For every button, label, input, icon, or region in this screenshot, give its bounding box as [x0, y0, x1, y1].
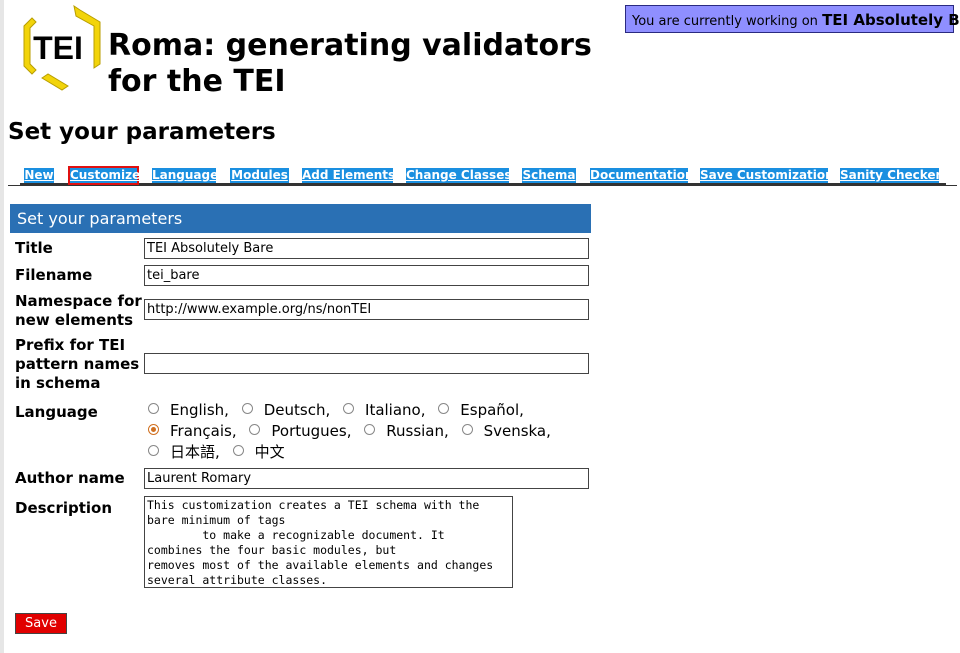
tei-logo: TEI: [23, 4, 101, 91]
language-option-portugues[interactable]: Portugues,: [245, 422, 351, 440]
language-option-japanese[interactable]: 日本語,: [144, 443, 220, 461]
prefix-label-line-2: pattern names: [15, 355, 140, 373]
current-project-banner: You are currently working on TEI Absolut…: [625, 5, 960, 33]
language-option-espanol[interactable]: Español,: [434, 401, 524, 419]
tab-sanity-checker[interactable]: Sanity Checker: [840, 168, 941, 183]
title-input[interactable]: [144, 238, 589, 259]
tab-change-classes[interactable]: Change Classes: [406, 168, 511, 183]
namespace-input[interactable]: [144, 299, 589, 320]
language-option-francais[interactable]: Français,: [144, 422, 237, 440]
language-label: Language: [15, 403, 98, 421]
form-header: Set your parameters: [10, 204, 591, 233]
namespace-label: Namespace for new elements: [15, 292, 142, 330]
radio-svenska[interactable]: [461, 424, 473, 435]
prefix-label-line-3: in schema: [15, 374, 101, 392]
radio-espanol[interactable]: [438, 403, 450, 414]
language-option-svenska[interactable]: Svenska,: [458, 422, 551, 440]
tab-bar-baseline: [20, 183, 946, 185]
svg-text:TEI: TEI: [33, 30, 83, 66]
language-option-russian[interactable]: Russian,: [360, 422, 449, 440]
tab-bar: New Customize Language Modules Add Eleme…: [8, 166, 957, 186]
namespace-label-line-2: new elements: [15, 311, 134, 329]
tab-customize[interactable]: Customize: [68, 166, 140, 185]
current-project-name: TEI Absolutely Bare: [822, 11, 960, 29]
language-option-deutsch[interactable]: Deutsch,: [238, 401, 330, 419]
app-title: Roma: generating validators for the TEI: [108, 28, 592, 99]
tab-new[interactable]: New: [24, 168, 54, 183]
author-input[interactable]: [144, 468, 589, 489]
description-textarea[interactable]: This customization creates a TEI schema …: [144, 496, 513, 588]
tab-schema[interactable]: Schema: [522, 168, 576, 183]
radio-italiano[interactable]: [343, 403, 355, 414]
tab-language[interactable]: Language: [152, 168, 218, 183]
prefix-label: Prefix for TEI pattern names in schema: [15, 336, 139, 393]
page-title: Set your parameters: [8, 119, 276, 145]
language-option-english[interactable]: English,: [144, 401, 229, 419]
prefix-input[interactable]: [144, 353, 589, 374]
radio-japanese[interactable]: [148, 445, 159, 456]
radio-deutsch[interactable]: [241, 403, 253, 414]
prefix-label-line-1: Prefix for TEI: [15, 336, 126, 354]
tab-add-elements[interactable]: Add Elements: [302, 168, 395, 183]
author-label: Author name: [15, 469, 125, 487]
tab-save-customization[interactable]: Save Customization: [700, 168, 834, 183]
title-label: Title: [15, 239, 53, 257]
radio-russian[interactable]: [364, 424, 376, 435]
namespace-label-line-1: Namespace for: [15, 292, 142, 310]
radio-english[interactable]: [148, 403, 159, 414]
tab-documentation[interactable]: Documentation: [590, 168, 694, 183]
language-option-chinese[interactable]: 中文: [229, 443, 285, 461]
save-button[interactable]: Save: [15, 613, 67, 634]
left-page-border: [0, 0, 4, 653]
filename-input[interactable]: [144, 265, 589, 286]
radio-chinese[interactable]: [232, 445, 244, 456]
language-option-italiano[interactable]: Italiano,: [339, 401, 426, 419]
radio-portugues[interactable]: [249, 424, 261, 435]
language-options: English, Deutsch, Italiano, Español, Fra…: [144, 400, 596, 463]
description-label: Description: [15, 499, 113, 517]
tab-modules[interactable]: Modules: [230, 168, 289, 183]
radio-francais-selected[interactable]: [148, 424, 159, 435]
status-prefix: You are currently working on: [632, 14, 818, 29]
filename-label: Filename: [15, 266, 93, 284]
